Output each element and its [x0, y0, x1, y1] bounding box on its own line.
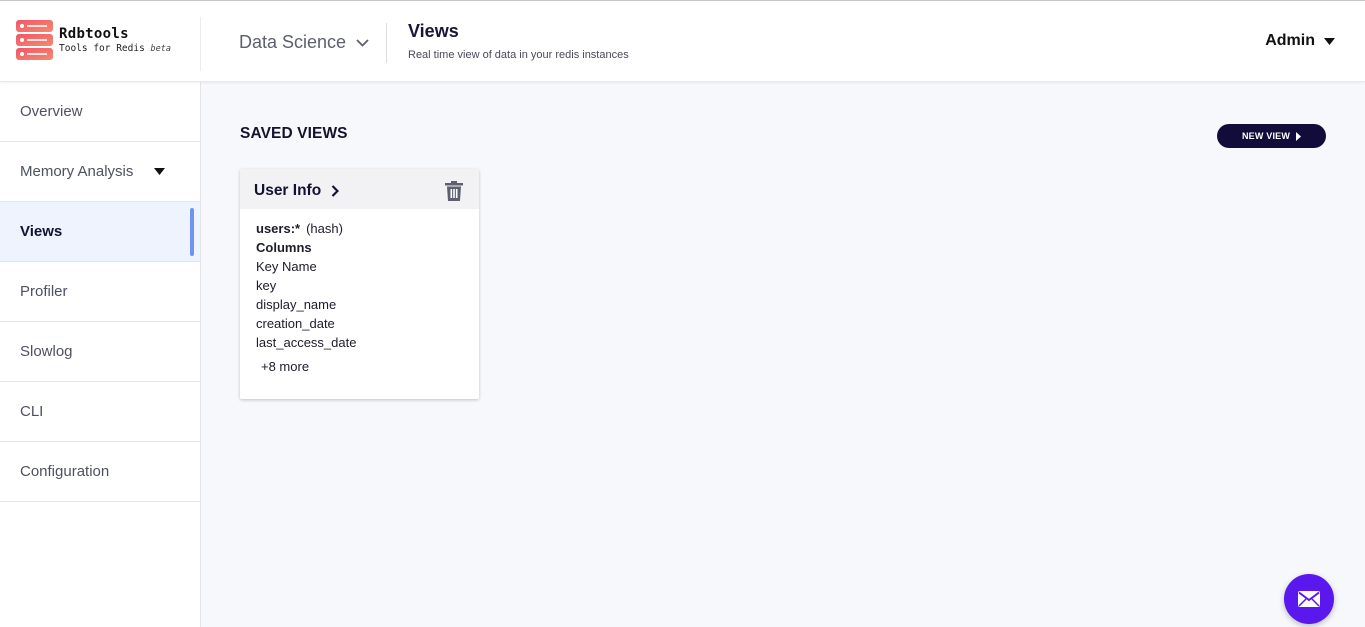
header-divider [200, 17, 201, 71]
sidebar-item-label: Views [20, 223, 63, 240]
sidebar-item-profiler[interactable]: Profiler [0, 262, 200, 322]
beta-badge: beta [150, 44, 172, 54]
caret-down-icon [1324, 37, 1335, 45]
chevron-down-icon [356, 38, 369, 47]
logo[interactable]: Rdbtools Tools for Redis beta [16, 20, 196, 62]
page-title: Views [408, 21, 459, 41]
caret-down-icon [154, 168, 165, 175]
brand-tagline: Tools for Redis beta [59, 43, 171, 54]
sidebar-item-memory-analysis[interactable]: Memory Analysis [0, 142, 200, 202]
sidebar: Overview Memory Analysis Views Profiler … [0, 82, 201, 627]
user-menu[interactable]: Admin [1265, 32, 1335, 50]
column-item: last_access_date [256, 335, 357, 350]
brand-tagline-text: Tools for Redis [59, 43, 145, 54]
sidebar-item-overview[interactable]: Overview [0, 82, 200, 142]
sidebar-item-label: Slowlog [20, 343, 73, 360]
key-type: (hash) [306, 221, 343, 236]
more-columns-link[interactable]: +8 more [261, 357, 463, 376]
sidebar-item-views[interactable]: Views [0, 202, 200, 262]
sidebar-item-label: Overview [20, 103, 83, 120]
active-indicator [190, 208, 194, 256]
chevron-right-icon [331, 185, 340, 197]
sidebar-item-label: Configuration [20, 463, 110, 480]
contact-button[interactable] [1284, 574, 1334, 624]
user-name: Admin [1265, 32, 1315, 49]
sidebar-item-label: Profiler [20, 283, 68, 300]
view-card: User Info users:* (hash) Columns Key Name… [240, 169, 479, 399]
server-stack-icon [16, 20, 53, 60]
new-view-label: NEW VIEW [1241, 131, 1291, 141]
sidebar-item-configuration[interactable]: Configuration [0, 442, 200, 502]
page-subtitle: Real time view of data in your redis ins… [408, 49, 629, 61]
section-title: SAVED VIEWS [240, 125, 348, 142]
top-header: Rdbtools Tools for Redis beta Data Scien… [0, 1, 1365, 82]
column-item: creation_date [256, 316, 335, 331]
brand-name: Rdbtools [59, 26, 129, 42]
instance-name: Data Science [239, 32, 347, 52]
key-pattern: users:* [256, 221, 301, 236]
card-header: User Info [240, 169, 479, 209]
key-pattern-row: users:* (hash) [256, 219, 463, 238]
header-divider [386, 23, 387, 63]
new-view-button[interactable]: NEW VIEW [1217, 124, 1326, 148]
sidebar-item-slowlog[interactable]: Slowlog [0, 322, 200, 382]
instance-selector[interactable]: Data Science [239, 32, 369, 53]
card-body: users:* (hash) Columns Key Name key displ… [240, 209, 479, 376]
main-content: SAVED VIEWS NEW VIEW User Info users:* (… [201, 82, 1365, 627]
columns-heading: Columns [256, 240, 312, 255]
column-item: Key Name [256, 259, 317, 274]
caret-right-icon [1296, 131, 1302, 141]
sidebar-item-label: Memory Analysis [20, 163, 134, 180]
column-item: key [256, 278, 277, 293]
column-item: display_name [256, 297, 337, 312]
trash-icon[interactable] [445, 181, 463, 201]
sidebar-item-cli[interactable]: CLI [0, 382, 200, 442]
sidebar-item-label: CLI [20, 403, 44, 420]
view-card-title-link[interactable]: User Info [254, 182, 340, 200]
mail-icon [1298, 591, 1320, 607]
view-card-title: User Info [254, 182, 322, 199]
